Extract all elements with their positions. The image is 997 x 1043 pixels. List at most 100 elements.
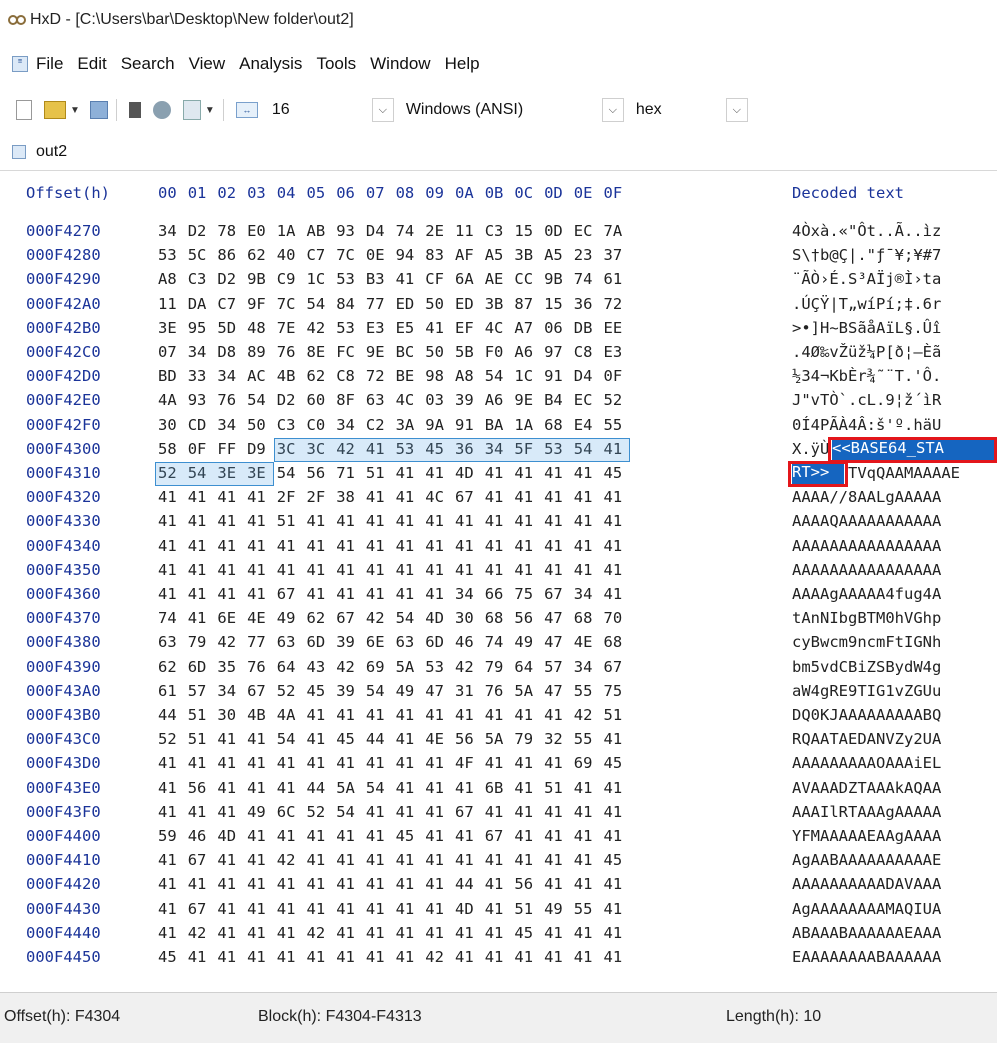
hex-byte[interactable]: 41 [604,537,630,555]
hex-byte[interactable]: B4 [544,391,570,409]
hex-byte[interactable]: 47 [544,633,570,651]
hex-byte[interactable]: 41 [574,924,600,942]
hex-byte[interactable]: 41 [247,561,273,579]
hex-byte[interactable]: 91 [455,416,481,434]
hex-byte[interactable]: 41 [366,488,392,506]
hex-byte[interactable]: 64 [277,658,303,676]
ram-chip-icon[interactable] [152,101,171,119]
hex-byte[interactable]: ED [396,295,422,313]
hex-byte[interactable]: 41 [425,754,451,772]
hex-byte[interactable]: 74 [158,609,184,627]
hex-byte[interactable]: 41 [604,827,630,845]
hex-byte[interactable]: 76 [277,343,303,361]
hex-byte[interactable]: 47 [544,682,570,700]
hex-byte[interactable]: 7A [604,222,630,240]
hex-byte[interactable]: 74 [574,270,600,288]
hex-byte[interactable]: 41 [307,730,333,748]
hex-byte[interactable]: 41 [217,585,243,603]
hex-byte[interactable]: 41 [485,464,511,482]
hex-row[interactable]: 000F43A0 61 57 34 67 52 45 39 54 49 47 31 76 5A 47 55 75… [0,682,997,706]
chevron-down-icon[interactable]: ▼ [205,105,215,116]
hex-byte[interactable]: A8 [455,367,481,385]
decoded-text[interactable]: AAAA//8AALgAAAAA [792,488,941,506]
hex-byte[interactable]: 41 [514,464,540,482]
hex-byte[interactable]: 66 [485,585,511,603]
hex-byte[interactable]: 41 [544,851,570,869]
hex-byte[interactable]: 63 [396,633,422,651]
hex-byte[interactable]: 41 [247,875,273,893]
hex-byte[interactable]: 55 [574,730,600,748]
hex-byte[interactable]: 4C [485,319,511,337]
hex-byte[interactable]: AB [307,222,333,240]
hex-byte[interactable]: 41 [307,900,333,918]
chevron-down-icon[interactable]: ⌵ [371,98,394,122]
hex-byte[interactable]: 62 [307,367,333,385]
hex-byte[interactable]: 41 [158,924,184,942]
hex-byte[interactable]: 41 [188,609,214,627]
hex-byte[interactable]: 54 [366,779,392,797]
hex-byte[interactable]: 76 [485,682,511,700]
hex-byte[interactable]: 4C [396,391,422,409]
decoded-text[interactable]: RQAATAEDANVZy2UA [792,730,941,748]
hex-byte[interactable]: 78 [217,222,243,240]
hex-byte[interactable]: 41 [217,875,243,893]
decoded-text[interactable]: .ÚÇŸ|T„wíPí;‡.6r [792,295,941,313]
charset-select[interactable]: Windows (ANSI) ⌵ [399,97,624,123]
hex-row[interactable]: 000F4320 41 41 41 41 2F 2F 38 41 41 4C 67 41 41 41 41 41… [0,488,997,512]
hex-byte[interactable]: 41 [574,803,600,821]
hex-byte[interactable]: F0 [485,343,511,361]
hex-byte[interactable]: 42 [277,851,303,869]
hex-byte[interactable]: 03 [425,391,451,409]
hex-byte[interactable]: BD [158,367,184,385]
hex-byte[interactable]: 41 [396,561,422,579]
hex-byte[interactable]: 41 [396,488,422,506]
hex-row[interactable]: 000F4330 41 41 41 41 51 41 41 41 41 41 41 41 41 41 41 41… [0,512,997,536]
hex-byte[interactable]: 7E [277,319,303,337]
hex-byte[interactable]: D8 [217,343,243,361]
hex-byte[interactable]: 4F [455,754,481,772]
hex-byte[interactable]: 41 [307,537,333,555]
hex-byte[interactable]: 34 [336,416,362,434]
hex-byte[interactable]: 41 [574,875,600,893]
hex-byte[interactable]: 41 [514,706,540,724]
hex-byte[interactable]: 7C [336,246,362,264]
hex-byte[interactable]: 36 [574,295,600,313]
hex-byte[interactable]: 45 [514,924,540,942]
hex-byte[interactable]: 45 [604,464,630,482]
hex-byte[interactable]: 42 [188,924,214,942]
hex-byte[interactable]: 44 [455,875,481,893]
hex-byte[interactable]: D2 [217,270,243,288]
hex-byte[interactable]: 94 [396,246,422,264]
hex-byte[interactable]: 91 [544,367,570,385]
hex-byte[interactable]: 41 [366,512,392,530]
hex-byte[interactable]: 41 [544,512,570,530]
hex-byte[interactable]: A8 [158,270,184,288]
hex-byte[interactable]: 41 [604,730,630,748]
hex-byte[interactable]: 41 [604,900,630,918]
decoded-text[interactable]: AVAAADZTAAAkAQAA [792,779,941,797]
decoded-text[interactable]: .4Ø‰vŽüž¼P[ð¦—Èã [792,343,941,361]
hex-byte[interactable]: 41 [366,754,392,772]
hex-byte[interactable]: 45 [396,827,422,845]
decoded-text[interactable]: AgAABAAAAAAAAAAE [792,851,941,869]
hex-byte[interactable]: 5C [188,246,214,264]
hex-byte[interactable]: A7 [514,319,540,337]
hex-byte[interactable]: 41 [247,924,273,942]
hex-byte[interactable]: 41 [336,851,362,869]
hex-byte[interactable]: 41 [247,827,273,845]
hex-byte[interactable]: 35 [217,658,243,676]
hex-byte[interactable]: 41 [485,851,511,869]
hex-byte[interactable]: 41 [217,561,243,579]
hex-byte[interactable]: 41 [277,875,303,893]
decoded-text[interactable]: AAAAQAAAAAAAAAAA [792,512,941,530]
hex-byte[interactable]: 41 [544,754,570,772]
decoded-text[interactable]: ½34¬KbÈr¾˜¨T.'Ô. [792,367,941,385]
hex-byte[interactable]: 63 [366,391,392,409]
hex-byte[interactable]: 41 [247,754,273,772]
hex-byte[interactable]: 62 [158,658,184,676]
hex-byte[interactable]: 54 [277,464,303,482]
hex-byte[interactable]: 51 [277,512,303,530]
hex-byte[interactable]: 53 [336,319,362,337]
hex-byte[interactable]: A6 [485,391,511,409]
hex-byte[interactable]: 41 [307,706,333,724]
